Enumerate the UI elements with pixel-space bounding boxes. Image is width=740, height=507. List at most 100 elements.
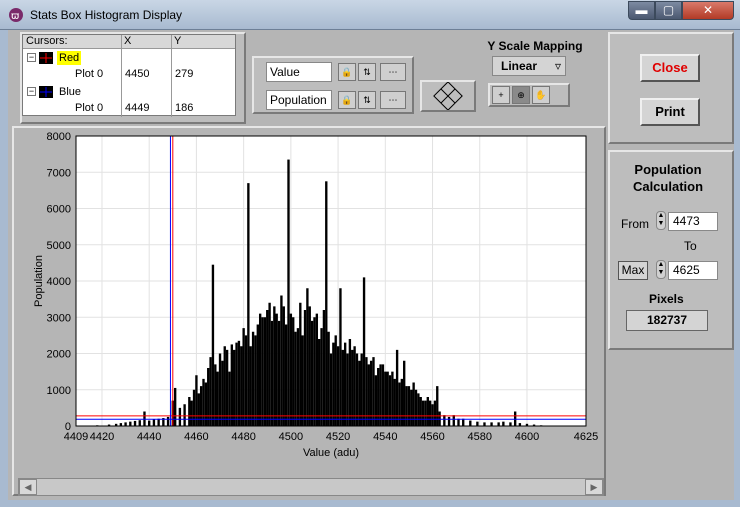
cursor-tool-icon[interactable]: + — [492, 86, 510, 104]
print-button[interactable]: Print — [640, 98, 700, 126]
histogram-bar — [242, 328, 245, 426]
histogram-bar — [303, 310, 307, 426]
histogram-bar — [292, 317, 295, 426]
to-stepper[interactable]: ▲ ▼ — [656, 260, 666, 279]
blue-cursor-x: 4449 — [125, 102, 150, 114]
y-tick-label: 5000 — [47, 240, 71, 252]
collapse-icon[interactable]: − — [27, 87, 36, 96]
x-tick-label: 4460 — [184, 431, 208, 443]
histogram-bar — [386, 371, 389, 426]
red-cursor-x: 4450 — [125, 68, 150, 80]
x-axis-label: Value (adu) — [303, 447, 359, 459]
x-tick-label: 4580 — [468, 431, 492, 443]
histogram-bar — [308, 306, 311, 426]
histogram-bar — [157, 418, 160, 426]
minimize-button[interactable]: ▬ — [628, 1, 655, 20]
histogram-bar — [405, 386, 408, 426]
x-tick-label: 4540 — [373, 431, 397, 443]
histogram-bar — [299, 302, 302, 426]
histogram-bar — [183, 404, 186, 426]
histogram-bar — [277, 320, 281, 426]
histogram-bar — [287, 159, 290, 426]
scroll-left-icon[interactable]: ◀ — [19, 479, 37, 495]
y-axis-label: Population — [33, 255, 45, 307]
y-axis-name-field[interactable]: Population — [266, 90, 332, 110]
histogram-bar — [133, 420, 137, 426]
red-cursor-y: 279 — [175, 68, 194, 80]
histogram-bar — [329, 353, 333, 426]
histogram-bar — [462, 418, 465, 426]
histogram-bar — [490, 422, 493, 426]
histogram-bar — [379, 364, 382, 426]
histogram-bar — [353, 346, 356, 426]
blue-cursor-y: 186 — [175, 102, 194, 114]
histogram-bar — [294, 331, 297, 426]
histogram-bar — [216, 371, 219, 426]
x-format-icon[interactable]: ⋯ — [380, 63, 406, 81]
pan-tool-icon[interactable]: ✋ — [532, 86, 550, 104]
histogram-bar — [419, 397, 422, 426]
max-button[interactable]: Max — [618, 261, 648, 280]
red-cursor-swatch[interactable] — [39, 52, 53, 64]
histogram-bar — [436, 386, 439, 426]
from-input[interactable]: 4473 — [668, 212, 718, 231]
from-stepper[interactable]: ▲ ▼ — [656, 211, 666, 230]
histogram-bar — [443, 415, 446, 426]
histogram-bar — [273, 306, 276, 426]
cursor-legend[interactable]: Cursors: X Y − Red Plot 0 4450 279 − Blu… — [22, 34, 236, 117]
histogram-bar — [195, 375, 198, 426]
close-window-button[interactable]: ✕ — [682, 1, 734, 20]
histogram-bar — [192, 389, 196, 426]
histogram-bar — [362, 277, 366, 426]
histogram-bar — [315, 313, 319, 426]
y-autoscale-icon[interactable]: ⇅ — [358, 91, 376, 109]
cursor-nav-button[interactable] — [420, 80, 476, 112]
blue-cursor-swatch[interactable] — [39, 86, 53, 98]
red-cursor-label[interactable]: Red — [57, 51, 82, 65]
histogram-bar — [513, 411, 517, 426]
dropdown-arrow-icon: ▿ — [554, 59, 561, 73]
red-cursor-plot: Plot 0 — [75, 68, 104, 80]
scroll-right-icon[interactable]: ▶ — [585, 479, 603, 495]
histogram-bar — [332, 342, 335, 426]
histogram-bar — [258, 313, 262, 426]
window-frame-bottom — [0, 500, 740, 507]
cursor-col-name: Cursors: — [23, 35, 121, 49]
histogram-bar — [367, 364, 370, 426]
y-tick-label: 2000 — [47, 349, 71, 361]
x-tick-label: 4520 — [326, 431, 350, 443]
histogram-bar — [207, 368, 210, 426]
histogram-bar — [336, 346, 340, 426]
y-lock-icon[interactable]: 🔒 — [338, 91, 356, 109]
histogram-bar — [301, 335, 304, 426]
histogram-bar — [251, 331, 255, 426]
horizontal-scrollbar[interactable]: ◀ ▶ — [18, 478, 604, 496]
y-format-icon[interactable]: ⋯ — [380, 91, 406, 109]
maximize-button[interactable]: ▢ — [655, 1, 682, 20]
x-axis-name-field[interactable]: Value — [266, 62, 332, 82]
y-scale-select[interactable]: Linear ▿ — [492, 56, 566, 76]
zoom-tool-icon[interactable]: ⊕ — [512, 86, 530, 104]
histogram-bar — [282, 306, 285, 426]
histogram-bar — [360, 353, 363, 426]
x-tick-label: 4440 — [137, 431, 161, 443]
x-tick-label: 4625 — [574, 431, 598, 443]
x-autoscale-icon[interactable]: ⇅ — [358, 63, 376, 81]
x-tick-label: 4480 — [231, 431, 255, 443]
to-input[interactable]: 4625 — [668, 261, 718, 280]
x-lock-icon[interactable]: 🔒 — [338, 63, 356, 81]
blue-cursor-label[interactable]: Blue — [59, 85, 81, 99]
collapse-icon[interactable]: − — [27, 53, 36, 62]
histogram-bar — [280, 295, 283, 426]
histogram-bar — [310, 320, 314, 426]
x-tick-label: 4560 — [420, 431, 444, 443]
axis-panel: Value 🔒 ⇅ ⋯ Population 🔒 ⇅ ⋯ — [252, 56, 414, 114]
histogram-bar — [197, 393, 200, 426]
histogram-bar — [166, 416, 170, 426]
histogram-bar — [322, 310, 326, 426]
histogram-bar — [334, 335, 337, 426]
histogram-bar — [343, 342, 347, 426]
close-button[interactable]: Close — [640, 54, 700, 82]
y-tick-label: 7000 — [47, 167, 71, 179]
histogram-chart[interactable]: 0100020003000400050006000700080004409 442… — [16, 128, 604, 476]
